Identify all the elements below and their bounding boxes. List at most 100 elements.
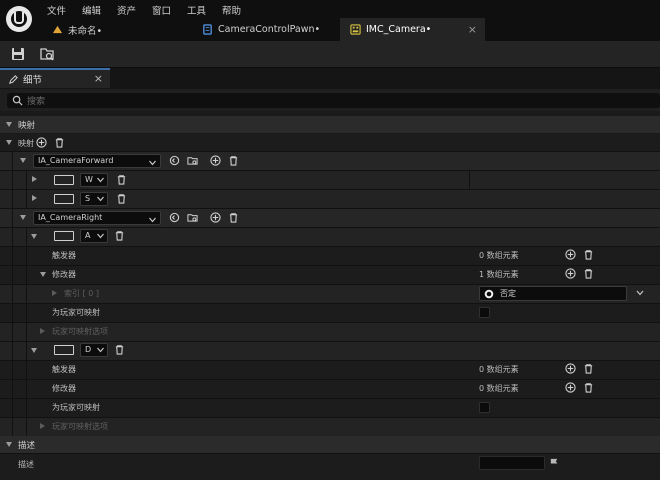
modifiers-label: 修改器 — [52, 270, 76, 279]
key-select-a[interactable]: A — [80, 229, 108, 243]
keyboard-icon[interactable] — [54, 345, 74, 355]
key-select-w[interactable]: W — [80, 173, 108, 187]
action-select-camera-right[interactable]: IA_CameraRight — [33, 211, 161, 225]
tree-guide — [26, 227, 27, 436]
modifier-index-label: 索引 [ 0 ] — [64, 289, 99, 298]
menu-tools[interactable]: 工具 — [187, 3, 206, 17]
player-mappable-label: 为玩家可映射 — [52, 308, 100, 317]
menu-window[interactable]: 窗口 — [152, 3, 171, 17]
player-mappable-checkbox[interactable] — [479, 402, 490, 413]
description-input[interactable] — [479, 456, 545, 470]
add-icon[interactable] — [36, 137, 47, 148]
details-tab-label: 细节 — [23, 75, 43, 86]
triggers-label: 触发器 — [52, 251, 76, 260]
collapse-arrow-icon[interactable] — [20, 215, 26, 220]
section-header-description[interactable] — [0, 436, 660, 453]
description-label: 描述 — [18, 460, 34, 469]
collapse-arrow-icon[interactable] — [31, 348, 37, 353]
tab-details[interactable]: 细节 × — [0, 68, 110, 88]
unreal-logo-icon[interactable] — [6, 6, 32, 32]
key-select-d[interactable]: D — [80, 343, 108, 357]
search-placeholder: 搜索 — [27, 97, 46, 107]
keyboard-icon[interactable] — [54, 194, 74, 204]
add-icon[interactable] — [565, 382, 576, 393]
key-select-s[interactable]: S — [80, 192, 108, 206]
trash-icon[interactable] — [583, 382, 594, 393]
add-icon[interactable] — [565, 363, 576, 374]
edit-details-icon — [9, 74, 18, 84]
close-tab-icon[interactable]: × — [468, 23, 477, 36]
property-row-triggers-d — [0, 360, 660, 379]
collapse-arrow-icon[interactable] — [6, 122, 12, 127]
expand-arrow-icon[interactable] — [32, 176, 37, 182]
player-mappable-checkbox[interactable] — [479, 307, 490, 318]
expand-arrow-icon[interactable] — [52, 290, 57, 296]
trash-icon[interactable] — [583, 249, 594, 260]
modifier-type-select[interactable]: 否定 — [479, 286, 627, 301]
trash-icon[interactable] — [228, 155, 239, 166]
chevron-down-icon — [97, 233, 104, 239]
keyboard-icon[interactable] — [54, 175, 74, 185]
close-details-tab-icon[interactable]: × — [94, 72, 103, 85]
use-selected-icon[interactable] — [169, 212, 180, 223]
search-input[interactable]: 搜索 — [7, 93, 660, 108]
tab-label: 未命名• — [68, 25, 103, 37]
localization-flag-icon[interactable] — [549, 458, 560, 469]
trash-icon[interactable] — [116, 193, 127, 204]
add-icon[interactable] — [565, 249, 576, 260]
key-value: D — [85, 345, 92, 354]
use-selected-icon[interactable] — [169, 155, 180, 166]
save-icon[interactable] — [10, 46, 26, 62]
trash-icon[interactable] — [228, 212, 239, 223]
action-name: IA_CameraRight — [38, 213, 103, 222]
action-name: IA_CameraForward — [38, 156, 114, 165]
collapse-arrow-icon[interactable] — [6, 140, 12, 145]
add-icon[interactable] — [210, 155, 221, 166]
chevron-down-icon — [97, 196, 104, 202]
trash-icon[interactable] — [116, 174, 127, 185]
collapse-arrow-icon[interactable] — [40, 272, 46, 277]
menu-help[interactable]: 帮助 — [222, 3, 241, 17]
chevron-down-icon[interactable] — [636, 290, 644, 296]
collapse-arrow-icon[interactable] — [31, 234, 37, 239]
player-options-label: 玩家可映射选项 — [52, 327, 108, 336]
player-mappable-label: 为玩家可映射 — [52, 403, 100, 412]
mappings-array-row — [0, 134, 660, 151]
modifiers-label: 修改器 — [52, 384, 76, 393]
tab-untitled-level[interactable]: 未命名• — [42, 18, 192, 41]
action-select-camera-forward[interactable]: IA_CameraForward — [33, 154, 161, 168]
trash-icon[interactable] — [114, 230, 125, 241]
trash-icon[interactable] — [114, 344, 125, 355]
expand-arrow-icon[interactable] — [40, 328, 45, 334]
trash-icon[interactable] — [54, 137, 65, 148]
collapse-arrow-icon[interactable] — [20, 158, 26, 163]
section-header-mappings[interactable] — [0, 116, 660, 133]
key-value: A — [85, 231, 91, 240]
mappings-label: 映射 — [18, 139, 34, 148]
add-icon[interactable] — [565, 268, 576, 279]
trash-icon[interactable] — [583, 363, 594, 374]
chevron-down-icon — [149, 215, 156, 227]
menu-file[interactable]: 文件 — [47, 3, 66, 17]
negate-modifier-icon — [484, 289, 494, 299]
level-icon — [52, 25, 63, 34]
add-icon[interactable] — [210, 212, 221, 223]
collapse-arrow-icon[interactable] — [6, 442, 12, 447]
browse-folder-icon[interactable] — [187, 155, 198, 166]
search-icon — [12, 95, 23, 106]
trash-icon[interactable] — [583, 268, 594, 279]
tree-guide — [12, 151, 13, 436]
menu-assets[interactable]: 资产 — [117, 3, 136, 17]
tab-camera-control-pawn[interactable]: CameraControlPawn• — [192, 18, 340, 41]
tab-label: IMC_Camera• — [366, 24, 432, 35]
browse-folder-icon[interactable] — [187, 212, 198, 223]
expand-arrow-icon[interactable] — [40, 423, 45, 429]
triggers-label: 触发器 — [52, 365, 76, 374]
expand-arrow-icon[interactable] — [32, 195, 37, 201]
chevron-down-icon — [97, 347, 104, 353]
section-title-description: 描述 — [18, 441, 36, 451]
browse-asset-icon[interactable] — [39, 46, 55, 62]
menu-edit[interactable]: 编辑 — [82, 3, 101, 17]
keyboard-icon[interactable] — [54, 231, 74, 241]
tab-imc-camera[interactable]: IMC_Camera• × — [340, 18, 485, 41]
